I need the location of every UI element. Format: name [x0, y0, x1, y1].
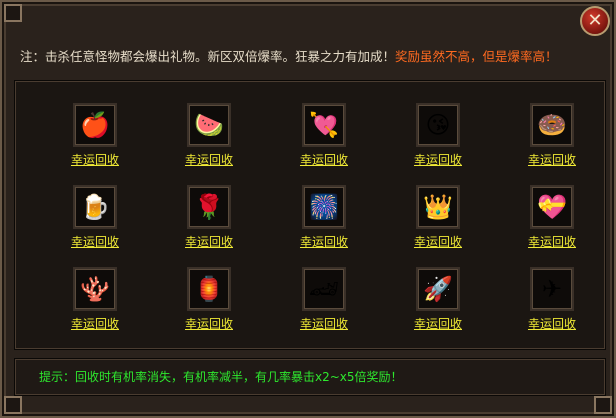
red-coral-icon: 🪸	[80, 275, 110, 303]
gift-item: 🍎 幸运回收	[55, 103, 135, 183]
item-slot[interactable]: 🌹	[187, 185, 231, 229]
lucky-recycle-link[interactable]: 幸运回收	[512, 151, 592, 168]
lucky-recycle-link[interactable]: 幸运回收	[55, 315, 135, 332]
item-slot[interactable]: 🍎	[73, 103, 117, 147]
lucky-recycle-link[interactable]: 幸运回收	[55, 151, 135, 168]
lantern-icon: 🏮	[194, 275, 224, 303]
lucky-recycle-link[interactable]: 幸运回收	[284, 315, 364, 332]
lucky-recycle-link[interactable]: 幸运回收	[284, 233, 364, 250]
lucky-recycle-link[interactable]: 幸运回收	[169, 315, 249, 332]
gift-item: 🪸 幸运回收	[55, 267, 135, 347]
notice-text: 注：击杀任意怪物都会爆出礼物。新区双倍爆率。狂暴之力有加成！奖励虽然不高，但是爆…	[20, 42, 600, 72]
gift-item: 🏎 幸运回收	[284, 267, 364, 347]
kiss-face-icon: 😘	[425, 111, 451, 139]
candy-apple-icon: 🍎	[80, 111, 110, 139]
gift-item: 🎆 幸运回收	[284, 185, 364, 265]
item-slot[interactable]: 🏎	[302, 267, 346, 311]
item-slot[interactable]: 🍺	[73, 185, 117, 229]
crown-icon: 👑	[423, 193, 453, 221]
gift-item: 💝 幸运回收	[512, 185, 592, 265]
lucky-recycle-link[interactable]: 幸运回收	[398, 315, 478, 332]
donut-icon: 🍩	[537, 111, 567, 139]
item-slot[interactable]: ✈	[530, 267, 574, 311]
item-slot[interactable]: 💘	[302, 103, 346, 147]
lucky-recycle-link[interactable]: 幸运回收	[284, 151, 364, 168]
item-slot[interactable]: 🪸	[73, 267, 117, 311]
item-slot[interactable]: 👑	[416, 185, 460, 229]
lucky-recycle-link[interactable]: 幸运回收	[398, 233, 478, 250]
lucky-recycle-link[interactable]: 幸运回收	[169, 151, 249, 168]
tip-text: 提示：回收时有机率消失，有机率减半，有几率暴击x2~x5倍奖励！	[14, 358, 606, 396]
item-slot[interactable]: 🍉	[187, 103, 231, 147]
watermelon-icon: 🍉	[194, 111, 224, 139]
lucky-recycle-link[interactable]: 幸运回收	[512, 233, 592, 250]
close-button[interactable]: ✕	[580, 6, 610, 36]
notice-prefix: 注：击杀任意怪物都会爆出礼物。新区双倍爆率。狂暴之力有加成！	[20, 49, 396, 64]
love-heart-icon: 💝	[537, 193, 567, 221]
rose-icon: 🌹	[194, 193, 224, 221]
rocket-icon: 🚀	[423, 275, 453, 303]
frame-corner	[4, 396, 22, 414]
firework-icon: 🎆	[309, 193, 339, 221]
winged-heart-icon: 💘	[309, 111, 339, 139]
frame-corner	[594, 396, 612, 414]
jet-plane-icon: ✈	[541, 275, 563, 303]
item-slot[interactable]: 😘	[416, 103, 460, 147]
notice-highlight: 奖励虽然不高，但是爆率高！	[395, 49, 558, 64]
gift-item: 👑 幸运回收	[398, 185, 478, 265]
frame-corner	[4, 4, 22, 22]
recycle-dialog: ✕ 注：击杀任意怪物都会爆出礼物。新区双倍爆率。狂暴之力有加成！奖励虽然不高，但…	[0, 0, 616, 418]
lucky-recycle-link[interactable]: 幸运回收	[398, 151, 478, 168]
item-slot[interactable]: 🚀	[416, 267, 460, 311]
gift-item: 😘 幸运回收	[398, 103, 478, 183]
lucky-recycle-link[interactable]: 幸运回收	[55, 233, 135, 250]
gift-item: 🍺 幸运回收	[55, 185, 135, 265]
gift-item: 💘 幸运回收	[284, 103, 364, 183]
gift-item: 🍩 幸运回收	[512, 103, 592, 183]
item-slot[interactable]: 💝	[530, 185, 574, 229]
gift-item: 🚀 幸运回收	[398, 267, 478, 347]
item-slot[interactable]: 🍩	[530, 103, 574, 147]
sports-car-icon: 🏎	[308, 275, 340, 303]
beer-mug-icon: 🍺	[80, 193, 110, 221]
lucky-recycle-link[interactable]: 幸运回收	[169, 233, 249, 250]
gift-item: ✈ 幸运回收	[512, 267, 592, 347]
gift-item: 🌹 幸运回收	[169, 185, 249, 265]
item-slot[interactable]: 🏮	[187, 267, 231, 311]
gift-item: 🍉 幸运回收	[169, 103, 249, 183]
item-grid: 🍎 幸运回收 🍉 幸运回收 💘 幸运回收 😘 幸运回收 🍩 幸运回收 🍺 幸运回收 🌹 幸运回收 🎆 幸运回收…	[14, 80, 606, 350]
item-slot[interactable]: 🎆	[302, 185, 346, 229]
lucky-recycle-link[interactable]: 幸运回收	[512, 315, 592, 332]
gift-item: 🏮 幸运回收	[169, 267, 249, 347]
